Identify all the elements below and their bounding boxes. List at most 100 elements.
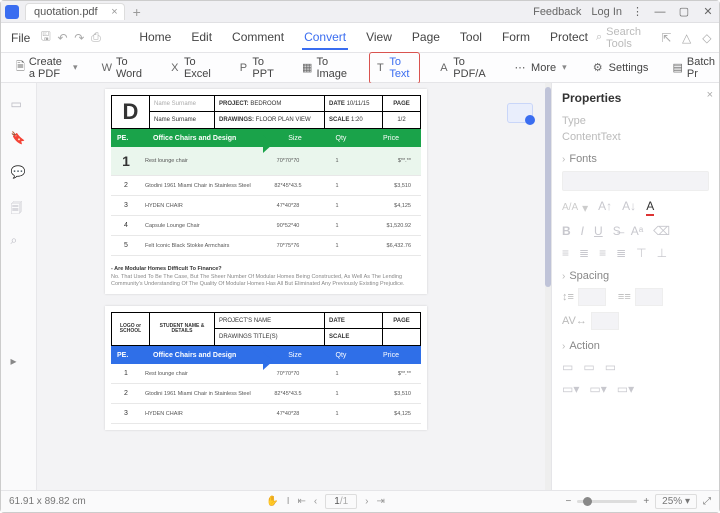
- paragraph-spacing-field[interactable]: ≡≡: [618, 288, 663, 306]
- convert-toolbar: 🗎 Create a PDF ▾ W To Word X To Excel P …: [1, 53, 719, 83]
- attachments-icon[interactable]: 🗐: [11, 199, 27, 215]
- font-color-icon[interactable]: A: [646, 199, 654, 216]
- print-icon[interactable]: ⎙: [91, 30, 102, 46]
- save-icon[interactable]: 🖫: [40, 30, 51, 46]
- prev-page-icon[interactable]: ‹: [314, 496, 317, 507]
- thumbnails-icon[interactable]: ▭: [11, 97, 27, 113]
- file-menu[interactable]: File: [7, 29, 34, 47]
- feedback-link[interactable]: Feedback: [533, 6, 581, 18]
- login-link[interactable]: Log In: [591, 6, 622, 18]
- maximize-icon[interactable]: ▢: [677, 5, 691, 19]
- action1-icon[interactable]: ▭: [562, 360, 573, 374]
- tab-edit[interactable]: Edit: [189, 26, 214, 50]
- main-area: ▭ 🔖 💬 🗐 ⌕ ▸ D Name Surname Name Surname …: [1, 83, 719, 490]
- to-word-button[interactable]: W To Word: [97, 53, 151, 83]
- align-top-icon[interactable]: ⊤: [636, 246, 646, 260]
- more-button[interactable]: ⋯ More ▾: [508, 58, 572, 78]
- tab-page[interactable]: Page: [410, 26, 442, 50]
- superscript-icon[interactable]: Aᵃ: [631, 224, 643, 238]
- to-pdfa-button[interactable]: A To PDF/A: [434, 53, 494, 83]
- next-page-icon[interactable]: ›: [365, 496, 368, 507]
- to-excel-button[interactable]: X To Excel: [165, 53, 220, 83]
- tab-tool[interactable]: Tool: [458, 26, 484, 50]
- action4-icon[interactable]: ▭▾: [562, 382, 579, 396]
- first-page-icon[interactable]: ⇤: [298, 496, 306, 507]
- create-pdf-icon: 🗎: [16, 61, 25, 75]
- tab-view[interactable]: View: [364, 26, 394, 50]
- spacing-section: Spacing ↕≡ ≡≡ AV↔: [562, 270, 709, 330]
- cloud-icon[interactable]: △: [681, 30, 693, 46]
- font-family-select[interactable]: [562, 171, 709, 191]
- decrease-font-icon[interactable]: A↓: [622, 199, 636, 216]
- font-size-field[interactable]: A/A▾: [562, 199, 588, 216]
- tab-convert[interactable]: Convert: [302, 26, 348, 50]
- action3-icon[interactable]: ▭: [605, 360, 616, 374]
- comments-icon[interactable]: 💬: [11, 165, 27, 181]
- undo-icon[interactable]: ↶: [57, 30, 68, 46]
- bold-icon[interactable]: B: [562, 224, 571, 238]
- batch-process-button[interactable]: ▤ Batch Pr: [667, 53, 720, 83]
- to-ppt-button[interactable]: P To PPT: [234, 53, 283, 83]
- underline-icon[interactable]: U: [594, 224, 603, 238]
- zoom-slider[interactable]: [577, 500, 637, 503]
- tab-comment[interactable]: Comment: [230, 26, 286, 50]
- action2-icon[interactable]: ▭: [583, 360, 594, 374]
- hand-tool-icon[interactable]: ✋: [266, 496, 278, 507]
- quotation-table: 1Rest lounge chair70*70*701$**.** 2Gtodi…: [111, 364, 421, 424]
- properties-title: Properties: [562, 91, 709, 105]
- align-right-icon[interactable]: ≡: [599, 246, 606, 260]
- document-tab[interactable]: quotation.pdf ×: [25, 3, 125, 20]
- minimize-icon[interactable]: —: [653, 5, 667, 19]
- bookmarks-icon[interactable]: 🔖: [11, 131, 27, 147]
- select-tool-icon[interactable]: I: [287, 496, 290, 507]
- menu-tabs: Home Edit Comment Convert View Page Tool…: [137, 26, 590, 50]
- zoom-out-icon[interactable]: −: [565, 496, 571, 507]
- align-center-icon[interactable]: ≣: [579, 246, 589, 260]
- to-image-button[interactable]: ▦ To Image: [297, 53, 356, 83]
- last-page-icon[interactable]: ⇥: [377, 496, 385, 507]
- increase-font-icon[interactable]: A↑: [598, 199, 612, 216]
- tab-home[interactable]: Home: [137, 26, 173, 50]
- gear-icon: ⚙: [591, 61, 605, 75]
- close-panel-icon[interactable]: ×: [707, 89, 713, 101]
- fit-page-icon[interactable]: ⤢: [703, 496, 711, 507]
- italic-icon[interactable]: I: [581, 224, 584, 238]
- document-canvas[interactable]: D Name Surname Name Surname PROJECT: BED…: [37, 83, 495, 490]
- ppt-icon: P: [239, 61, 249, 75]
- strikethrough-icon[interactable]: S̶: [613, 224, 621, 238]
- line-spacing-field[interactable]: ↕≡: [562, 288, 606, 306]
- page-number-field[interactable]: 1/1: [325, 494, 357, 509]
- search-panel-icon[interactable]: ⌕: [11, 233, 27, 249]
- more-dots-icon: ⋯: [513, 61, 527, 75]
- status-bar: 61.91 x 89.82 cm ✋ I ⇤ ‹ 1/1 › ⇥ − + 25%…: [1, 490, 719, 512]
- action6-icon[interactable]: ▭▾: [617, 382, 634, 396]
- character-spacing-field[interactable]: AV↔: [562, 312, 619, 330]
- zoom-level[interactable]: 25% ▾: [655, 494, 697, 509]
- share-icon[interactable]: ⇱: [660, 30, 672, 46]
- table-row: 3HYDEN CHAIR47*40*281$4,125: [111, 404, 421, 424]
- settings-button[interactable]: ⚙ Settings: [586, 58, 654, 78]
- expand-rail-icon[interactable]: ▸: [11, 354, 27, 370]
- close-window-icon[interactable]: ✕: [701, 5, 715, 19]
- text-icon: T: [375, 61, 385, 75]
- redo-icon[interactable]: ↷: [74, 30, 85, 46]
- zoom-in-icon[interactable]: +: [643, 496, 649, 507]
- section-bar-green: PE. Office Chairs and Design Size Qty Pr…: [111, 129, 421, 147]
- new-tab-button[interactable]: +: [133, 4, 141, 20]
- page-thumbnail[interactable]: [507, 103, 533, 123]
- create-pdf-button[interactable]: 🗎 Create a PDF ▾: [11, 53, 83, 83]
- to-text-button[interactable]: T To Text: [369, 52, 419, 84]
- more-icon[interactable]: ◇: [701, 30, 713, 46]
- tab-close-icon[interactable]: ×: [111, 6, 117, 18]
- pdfa-icon: A: [439, 61, 450, 75]
- search-tools[interactable]: ⌕ Search Tools: [596, 26, 652, 50]
- align-left-icon[interactable]: ≡: [562, 246, 569, 260]
- tab-form[interactable]: Form: [500, 26, 532, 50]
- kebab-menu-icon[interactable]: ⋮: [632, 5, 643, 18]
- align-bottom-icon[interactable]: ⊥: [657, 246, 667, 260]
- clear-format-icon[interactable]: ⌫: [653, 224, 670, 238]
- tab-protect[interactable]: Protect: [548, 26, 590, 50]
- search-icon: ⌕: [596, 31, 602, 44]
- align-justify-icon[interactable]: ≣: [616, 246, 626, 260]
- action5-icon[interactable]: ▭▾: [589, 382, 606, 396]
